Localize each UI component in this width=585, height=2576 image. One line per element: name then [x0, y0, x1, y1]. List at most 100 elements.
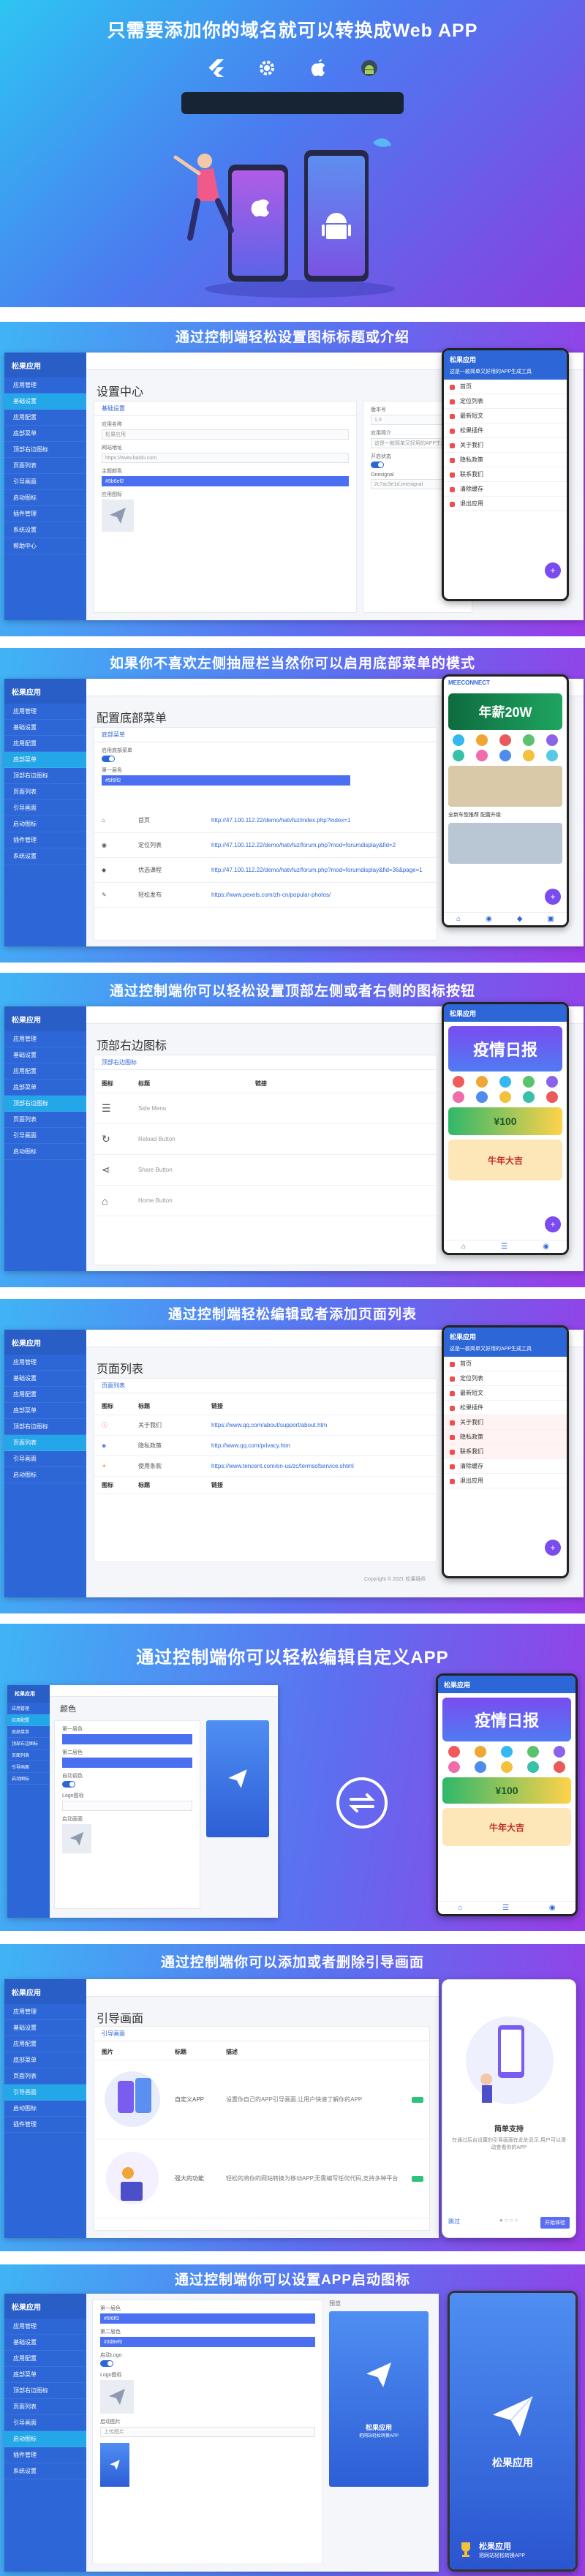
coupon-badge[interactable]: ¥100 — [442, 1777, 571, 1804]
sidebar-item[interactable]: 启动图标 — [7, 1773, 50, 1785]
drawer-menu-item[interactable]: 联系我们 — [444, 467, 567, 482]
site-url-input[interactable]: https://www.baidu.com — [102, 453, 349, 463]
sidebar-item[interactable]: 启动图标 — [4, 816, 86, 832]
plus-icon[interactable]: + — [545, 1216, 561, 1232]
sidebar-item[interactable]: 应用管理 — [4, 2319, 86, 2335]
sidebar-item[interactable]: 帮助中心 — [4, 538, 86, 554]
table-row[interactable]: ⌂ Home Button — [94, 1186, 437, 1216]
coupon-badge[interactable]: ¥100 — [448, 1107, 562, 1135]
logo-preview[interactable] — [100, 2380, 134, 2414]
sidebar-item[interactable]: 插件管理 — [4, 2447, 86, 2463]
sidebar-item[interactable]: 页面列表 — [4, 784, 86, 800]
drawer-menu-item-highlight[interactable]: 关于我们 — [444, 1415, 567, 1430]
sidebar-item-active[interactable]: 启动图标 — [4, 2431, 86, 2447]
guide-tab[interactable]: 引导画面 — [94, 2027, 429, 2041]
row-url[interactable]: http://www.qq.com/privacy.htm — [211, 1442, 437, 1449]
row-url[interactable]: http://47.100.112.22/demo/hatvfuz/forum.… — [211, 842, 437, 848]
sidebar-item[interactable]: 启动图标 — [4, 490, 86, 506]
sidebar-item[interactable]: 基础设置 — [4, 1371, 86, 1387]
secondary-color-input[interactable]: #3d8ef0 — [100, 2337, 315, 2347]
sidebar-item[interactable]: 引导画面 — [4, 1128, 86, 1144]
drawer-menu-item[interactable]: 隐私政策 — [444, 453, 567, 467]
sidebar-item[interactable]: 应用管理 — [7, 1703, 50, 1714]
sidebar-item[interactable]: 应用管理 — [4, 2004, 86, 2020]
row-url[interactable]: https://www.qq.com/about/support/about.h… — [211, 1422, 437, 1428]
skip-button[interactable]: 跳过 — [448, 2218, 460, 2226]
sidebar-item[interactable]: 系统设置 — [4, 848, 86, 865]
drawer-menu-item-highlight[interactable]: 联系我们 — [444, 1445, 567, 1459]
drawer-menu-item[interactable]: 首页 — [444, 380, 567, 394]
drawer-menu-item[interactable]: 退出应用 — [444, 1474, 567, 1488]
secondary-color-input[interactable] — [62, 1758, 192, 1768]
sidebar-item[interactable]: 系统设置 — [4, 522, 86, 538]
bottom-menu-toggle[interactable] — [102, 756, 115, 762]
plus-icon[interactable]: + — [545, 889, 561, 905]
sidebar-item[interactable]: 底部菜单 — [7, 1726, 50, 1738]
sidebar-item[interactable]: 系统设置 — [4, 2463, 86, 2479]
sidebar-item[interactable]: 启动图标 — [4, 1144, 86, 1160]
drawer-menu-item[interactable]: 松果插件 — [444, 1401, 567, 1415]
cart-icon[interactable]: ▣ — [548, 915, 554, 923]
ox-banner[interactable]: 牛年大吉 — [448, 1140, 562, 1180]
row-url[interactable]: https://www.tencent.com/en-us/zc/termsof… — [211, 1463, 437, 1469]
launch-thumb[interactable] — [100, 2443, 129, 2487]
table-row[interactable]: ◉ 定位列表 http://47.100.112.22/demo/hatvfuz/f… — [94, 833, 437, 858]
drawer-menu-item[interactable]: 定位列表 — [444, 1371, 567, 1386]
ox-banner[interactable]: 牛年大吉 — [442, 1808, 571, 1846]
sidebar-item[interactable]: 基础设置 — [4, 720, 86, 736]
news-title[interactable]: 全新车型推荐 配置升级 — [444, 811, 567, 818]
table-row[interactable]: ⋖ Share Button — [94, 1155, 437, 1186]
home-icon[interactable]: ⌂ — [461, 1243, 466, 1251]
start-button[interactable]: 开始体验 — [540, 2217, 570, 2229]
table-row[interactable]: 强大的功能 轻松的将你的网站转换为移动APP,无需编写任何代码,支持多种平台 — [94, 2139, 429, 2218]
sidebar-item-active[interactable]: 应用配置 — [7, 1714, 50, 1726]
primary-color-input[interactable] — [62, 1734, 192, 1744]
sidebar-item-active[interactable]: 顶部右边图标 — [4, 1096, 86, 1112]
sidebar-item[interactable]: 引导画面 — [4, 800, 86, 816]
sidebar-item[interactable]: 应用配置 — [4, 2351, 86, 2367]
sidebar-item[interactable]: 引导画面 — [4, 1451, 86, 1467]
sidebar-item[interactable]: 插件管理 — [4, 832, 86, 848]
primary-color-input[interactable]: #5f6ff2 — [100, 2313, 315, 2324]
sidebar-item[interactable]: 顶部右边图标 — [4, 768, 86, 784]
sidebar-item[interactable]: 应用配置 — [4, 1063, 86, 1080]
sidebar-item[interactable]: 应用管理 — [4, 704, 86, 720]
sidebar-item[interactable]: 应用配置 — [4, 736, 86, 752]
sidebar-item[interactable]: 顶部右边图标 — [4, 1419, 86, 1435]
promo-banner[interactable]: 年薪20W — [448, 693, 562, 730]
row-url[interactable]: http://47.100.112.22/demo/hatvfuz/index.… — [211, 817, 437, 824]
url-bar[interactable] — [181, 92, 404, 114]
sidebar-item[interactable]: 顶部右边图标 — [4, 2383, 86, 2399]
table-row[interactable]: ⓘ 关于我们 https://www.qq.com/about/support/ab… — [94, 1415, 437, 1436]
drawer-menu-item[interactable]: 定位列表 — [444, 394, 567, 409]
auto-color-toggle[interactable] — [62, 1781, 75, 1788]
home-icon[interactable]: ⌂ — [456, 915, 461, 923]
drawer-menu-item[interactable]: 清除缓存 — [444, 1459, 567, 1474]
sidebar-item[interactable]: 应用管理 — [4, 377, 86, 393]
course-icon[interactable]: ◆ — [517, 915, 523, 923]
sidebar-item[interactable]: 引导画面 — [4, 2415, 86, 2431]
sidebar-item[interactable]: 启动图标 — [4, 1467, 86, 1483]
user-icon[interactable]: ◉ — [549, 1904, 556, 1912]
sidebar-item[interactable]: 页面列表 — [4, 2068, 86, 2084]
table-row[interactable]: ↻ Reload Button — [94, 1124, 437, 1155]
list-icon[interactable]: ☰ — [502, 1904, 509, 1912]
sidebar-item[interactable]: 页面列表 — [4, 2399, 86, 2415]
row-url[interactable]: http://47.100.112.22/demo/hatvfuz/forum.… — [211, 867, 437, 873]
sidebar-item-active[interactable]: 引导画面 — [4, 2084, 86, 2101]
sidebar-item[interactable]: 顶部右边图标 — [7, 1738, 50, 1750]
sidebar-item[interactable]: 应用配置 — [4, 410, 86, 426]
sidebar-item-active[interactable]: 底部菜单 — [4, 752, 86, 768]
drawer-menu-item-highlight[interactable]: 隐私政策 — [444, 1430, 567, 1445]
drawer-menu-item[interactable]: 最新短文 — [444, 1386, 567, 1401]
news-image[interactable] — [448, 823, 562, 864]
sidebar-item[interactable]: 插件管理 — [4, 506, 86, 522]
sidebar-item[interactable]: 基础设置 — [4, 1047, 86, 1063]
drawer-menu-item[interactable]: 松果插件 — [444, 423, 567, 438]
sidebar-item[interactable]: 页面列表 — [4, 1112, 86, 1128]
table-row[interactable]: ✎ 轻松发布 https://www.pexels.com/zh-cn/popula… — [94, 883, 437, 908]
sidebar-item[interactable]: 基础设置 — [4, 2020, 86, 2036]
sidebar-item[interactable]: 应用管理 — [4, 1355, 86, 1371]
drawer-menu-item[interactable]: 清除缓存 — [444, 482, 567, 497]
sidebar-item[interactable]: 顶部右边图标 — [4, 442, 86, 458]
